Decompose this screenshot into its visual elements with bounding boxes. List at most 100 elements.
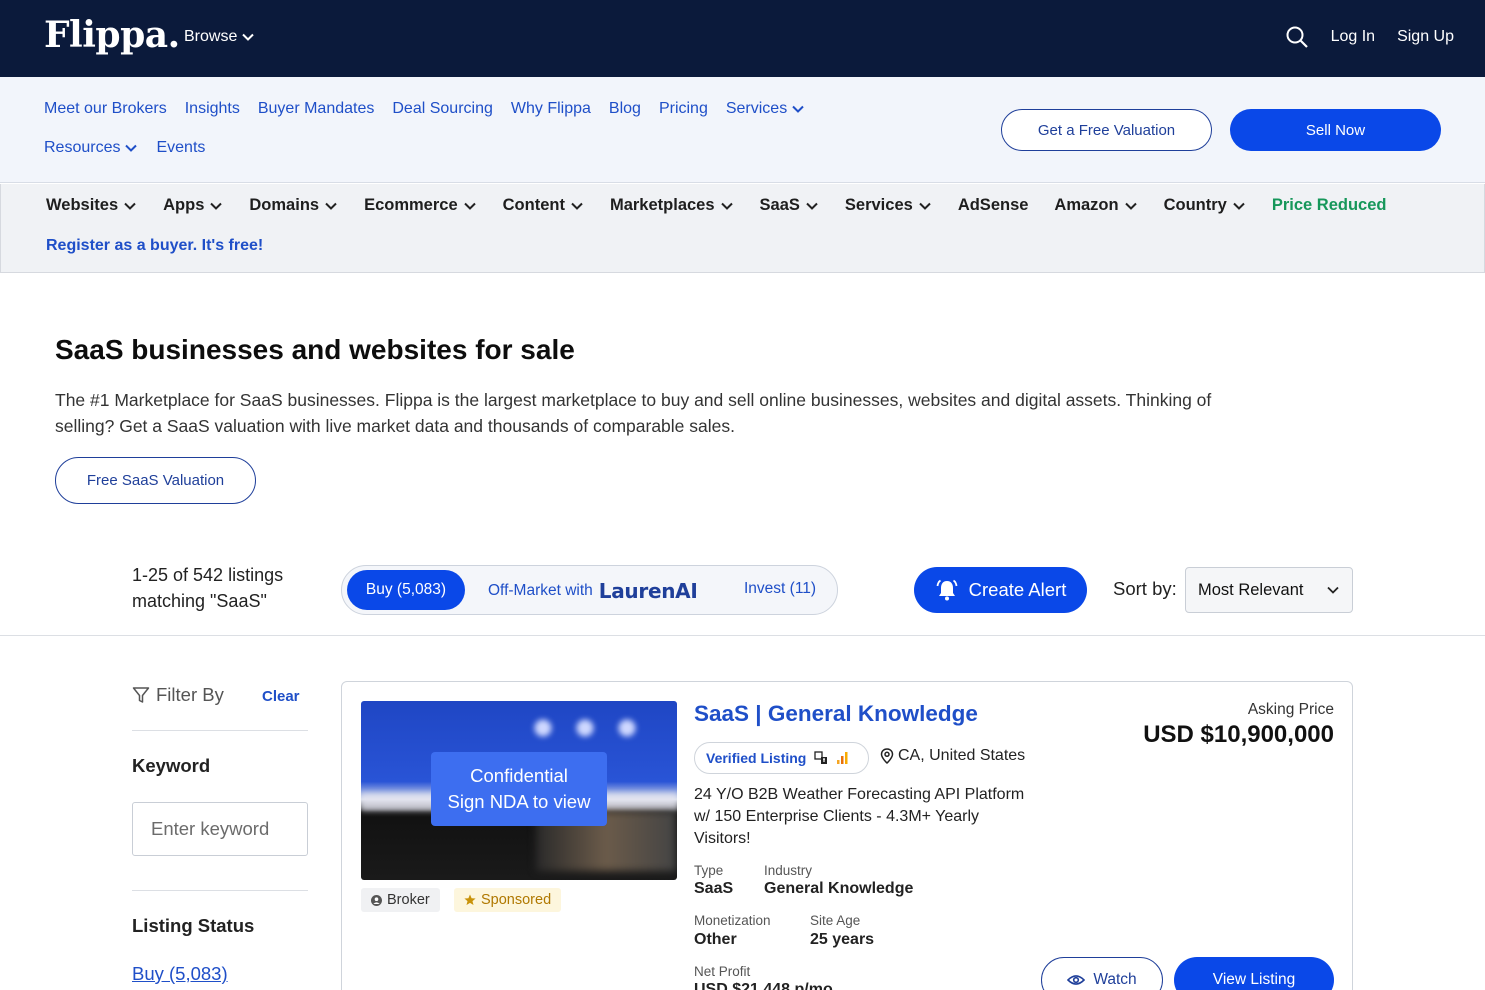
nav-link-deal-sourcing[interactable]: Deal Sourcing xyxy=(392,99,493,119)
bell-icon xyxy=(936,579,958,601)
sell-now-button[interactable]: Sell Now xyxy=(1230,109,1441,151)
browse-menu[interactable]: Browse xyxy=(184,28,255,46)
category-ecommerce[interactable]: Ecommerce xyxy=(364,196,477,215)
watch-button[interactable]: Watch xyxy=(1041,957,1163,990)
category-label: Marketplaces xyxy=(609,196,715,214)
nav-services-label: Services xyxy=(725,100,788,117)
free-valuation-button[interactable]: Get a Free Valuation xyxy=(1001,109,1212,151)
eye-icon xyxy=(1067,975,1086,985)
category-price-reduced[interactable]: Price Reduced xyxy=(1272,196,1387,215)
status-buy-link[interactable]: Buy (5,083) xyxy=(132,963,228,985)
laurenai-logo: LaurenAI xyxy=(598,579,698,603)
view-listing-button[interactable]: View Listing xyxy=(1174,957,1334,990)
filter-label: Filter By xyxy=(156,684,224,705)
create-alert-button[interactable]: Create Alert xyxy=(914,567,1087,613)
category-adsense[interactable]: AdSense xyxy=(958,196,1029,215)
chevron-down-icon xyxy=(792,105,804,113)
sort-select[interactable]: Most Relevant xyxy=(1185,567,1353,613)
thumbnail-blur xyxy=(531,716,651,740)
chevron-down-icon xyxy=(806,202,818,210)
site-age-label: Site Age xyxy=(810,913,861,928)
industry-label: Industry xyxy=(764,863,813,878)
nav-link-services[interactable]: Services xyxy=(726,99,805,119)
nav-link-resources[interactable]: Resources xyxy=(44,138,138,158)
chevron-down-icon xyxy=(1233,202,1245,210)
page-intro: The #1 Marketplace for SaaS businesses. … xyxy=(55,390,1212,436)
nav-link-buyer-mandates[interactable]: Buyer Mandates xyxy=(258,99,375,119)
listing-location: CA, United States xyxy=(880,747,1025,765)
listing-description: 24 Y/O B2B Weather Forecasting API Platf… xyxy=(694,786,1025,847)
saas-valuation-button[interactable]: Free SaaS Valuation xyxy=(55,457,256,504)
sort-label: Sort by: xyxy=(1113,578,1177,599)
category-label: Content xyxy=(502,196,565,214)
verified-label: Verified Listing xyxy=(706,750,807,766)
location-pin-icon xyxy=(880,748,894,764)
category-content[interactable]: Content xyxy=(503,196,584,215)
keyword-input[interactable] xyxy=(132,802,308,856)
results-count-line1: 1-25 of 542 listings xyxy=(132,565,284,585)
chevron-down-icon xyxy=(720,202,733,210)
category-domains[interactable]: Domains xyxy=(249,196,338,215)
login-link[interactable]: Log In xyxy=(1331,28,1375,46)
nda-line1: Confidential xyxy=(470,765,568,786)
nda-overlay[interactable]: Confidential Sign NDA to view xyxy=(431,752,607,826)
chevron-down-icon xyxy=(242,33,255,41)
category-marketplaces[interactable]: Marketplaces xyxy=(610,196,734,215)
divider xyxy=(0,635,1485,636)
chevron-down-icon xyxy=(325,202,337,210)
tab-invest[interactable]: Invest (11) xyxy=(744,580,816,598)
nav-link-insights[interactable]: Insights xyxy=(185,99,240,119)
category-country[interactable]: Country xyxy=(1164,196,1246,215)
chevron-down-icon xyxy=(125,144,138,152)
broker-label: Broker xyxy=(387,892,430,908)
browse-label: Browse xyxy=(184,28,238,45)
location-text: CA, United States xyxy=(898,747,1026,764)
create-alert-label: Create Alert xyxy=(968,579,1067,600)
nav-link-why-flippa[interactable]: Why Flippa xyxy=(511,99,591,119)
chevron-down-icon xyxy=(919,202,931,210)
net-profit-value: USD $21,448 p/mo xyxy=(694,981,833,990)
asking-price-label: Asking Price xyxy=(1247,701,1334,718)
category-saas[interactable]: SaaS xyxy=(760,196,819,215)
verified-badge: Verified Listing xyxy=(694,742,869,774)
sponsored-label: Sponsored xyxy=(481,892,552,908)
tab-off-market-label: Off-Market with xyxy=(488,582,593,599)
chevron-down-icon xyxy=(210,202,223,210)
nav-link-pricing[interactable]: Pricing xyxy=(659,99,708,119)
category-websites[interactable]: Websites xyxy=(46,196,137,215)
chevron-down-icon xyxy=(463,202,476,210)
net-profit-label: Net Profit xyxy=(694,964,751,979)
type-value: SaaS xyxy=(694,880,734,897)
search-icon[interactable] xyxy=(1285,25,1309,49)
site-age-value: 25 years xyxy=(810,931,875,948)
translate-icon xyxy=(814,751,828,764)
tab-buy[interactable]: Buy (5,083) xyxy=(347,570,465,610)
star-icon xyxy=(464,894,476,905)
analytics-icon xyxy=(837,752,848,764)
category-amazon[interactable]: Amazon xyxy=(1054,196,1137,215)
register-buyer-link[interactable]: Register as a buyer. It's free! xyxy=(46,237,263,255)
monetization-value: Other xyxy=(694,931,737,948)
divider xyxy=(132,730,308,731)
chevron-down-icon xyxy=(571,202,583,210)
user-icon xyxy=(371,894,382,906)
tab-off-market[interactable]: Off-Market with LaurenAI xyxy=(488,579,698,603)
category-services[interactable]: Services xyxy=(845,196,932,215)
nav-link-blog[interactable]: Blog xyxy=(609,99,641,119)
industry-value: General Knowledge xyxy=(764,880,914,897)
top-header: Flippa. Browse Log In Sign Up xyxy=(0,0,1485,77)
results-count: 1-25 of 542 listings matching "SaaS" xyxy=(132,562,283,614)
listing-status-label: Listing Status xyxy=(132,915,255,936)
category-apps[interactable]: Apps xyxy=(163,196,223,215)
flippa-logo[interactable]: Flippa. xyxy=(44,14,180,56)
divider xyxy=(132,890,308,891)
clear-filters-link[interactable]: Clear xyxy=(262,688,300,705)
listing-thumbnail[interactable]: Confidential Sign NDA to view xyxy=(361,701,677,880)
listing-title[interactable]: SaaS | General Knowledge xyxy=(694,701,978,727)
signup-link[interactable]: Sign Up xyxy=(1397,28,1454,46)
nav-link-brokers[interactable]: Meet our Brokers xyxy=(44,99,167,119)
nav-link-events[interactable]: Events xyxy=(156,138,205,158)
category-label: Websites xyxy=(46,196,119,214)
results-count-line2: matching "SaaS" xyxy=(132,591,267,611)
category-label: Amazon xyxy=(1054,196,1119,214)
